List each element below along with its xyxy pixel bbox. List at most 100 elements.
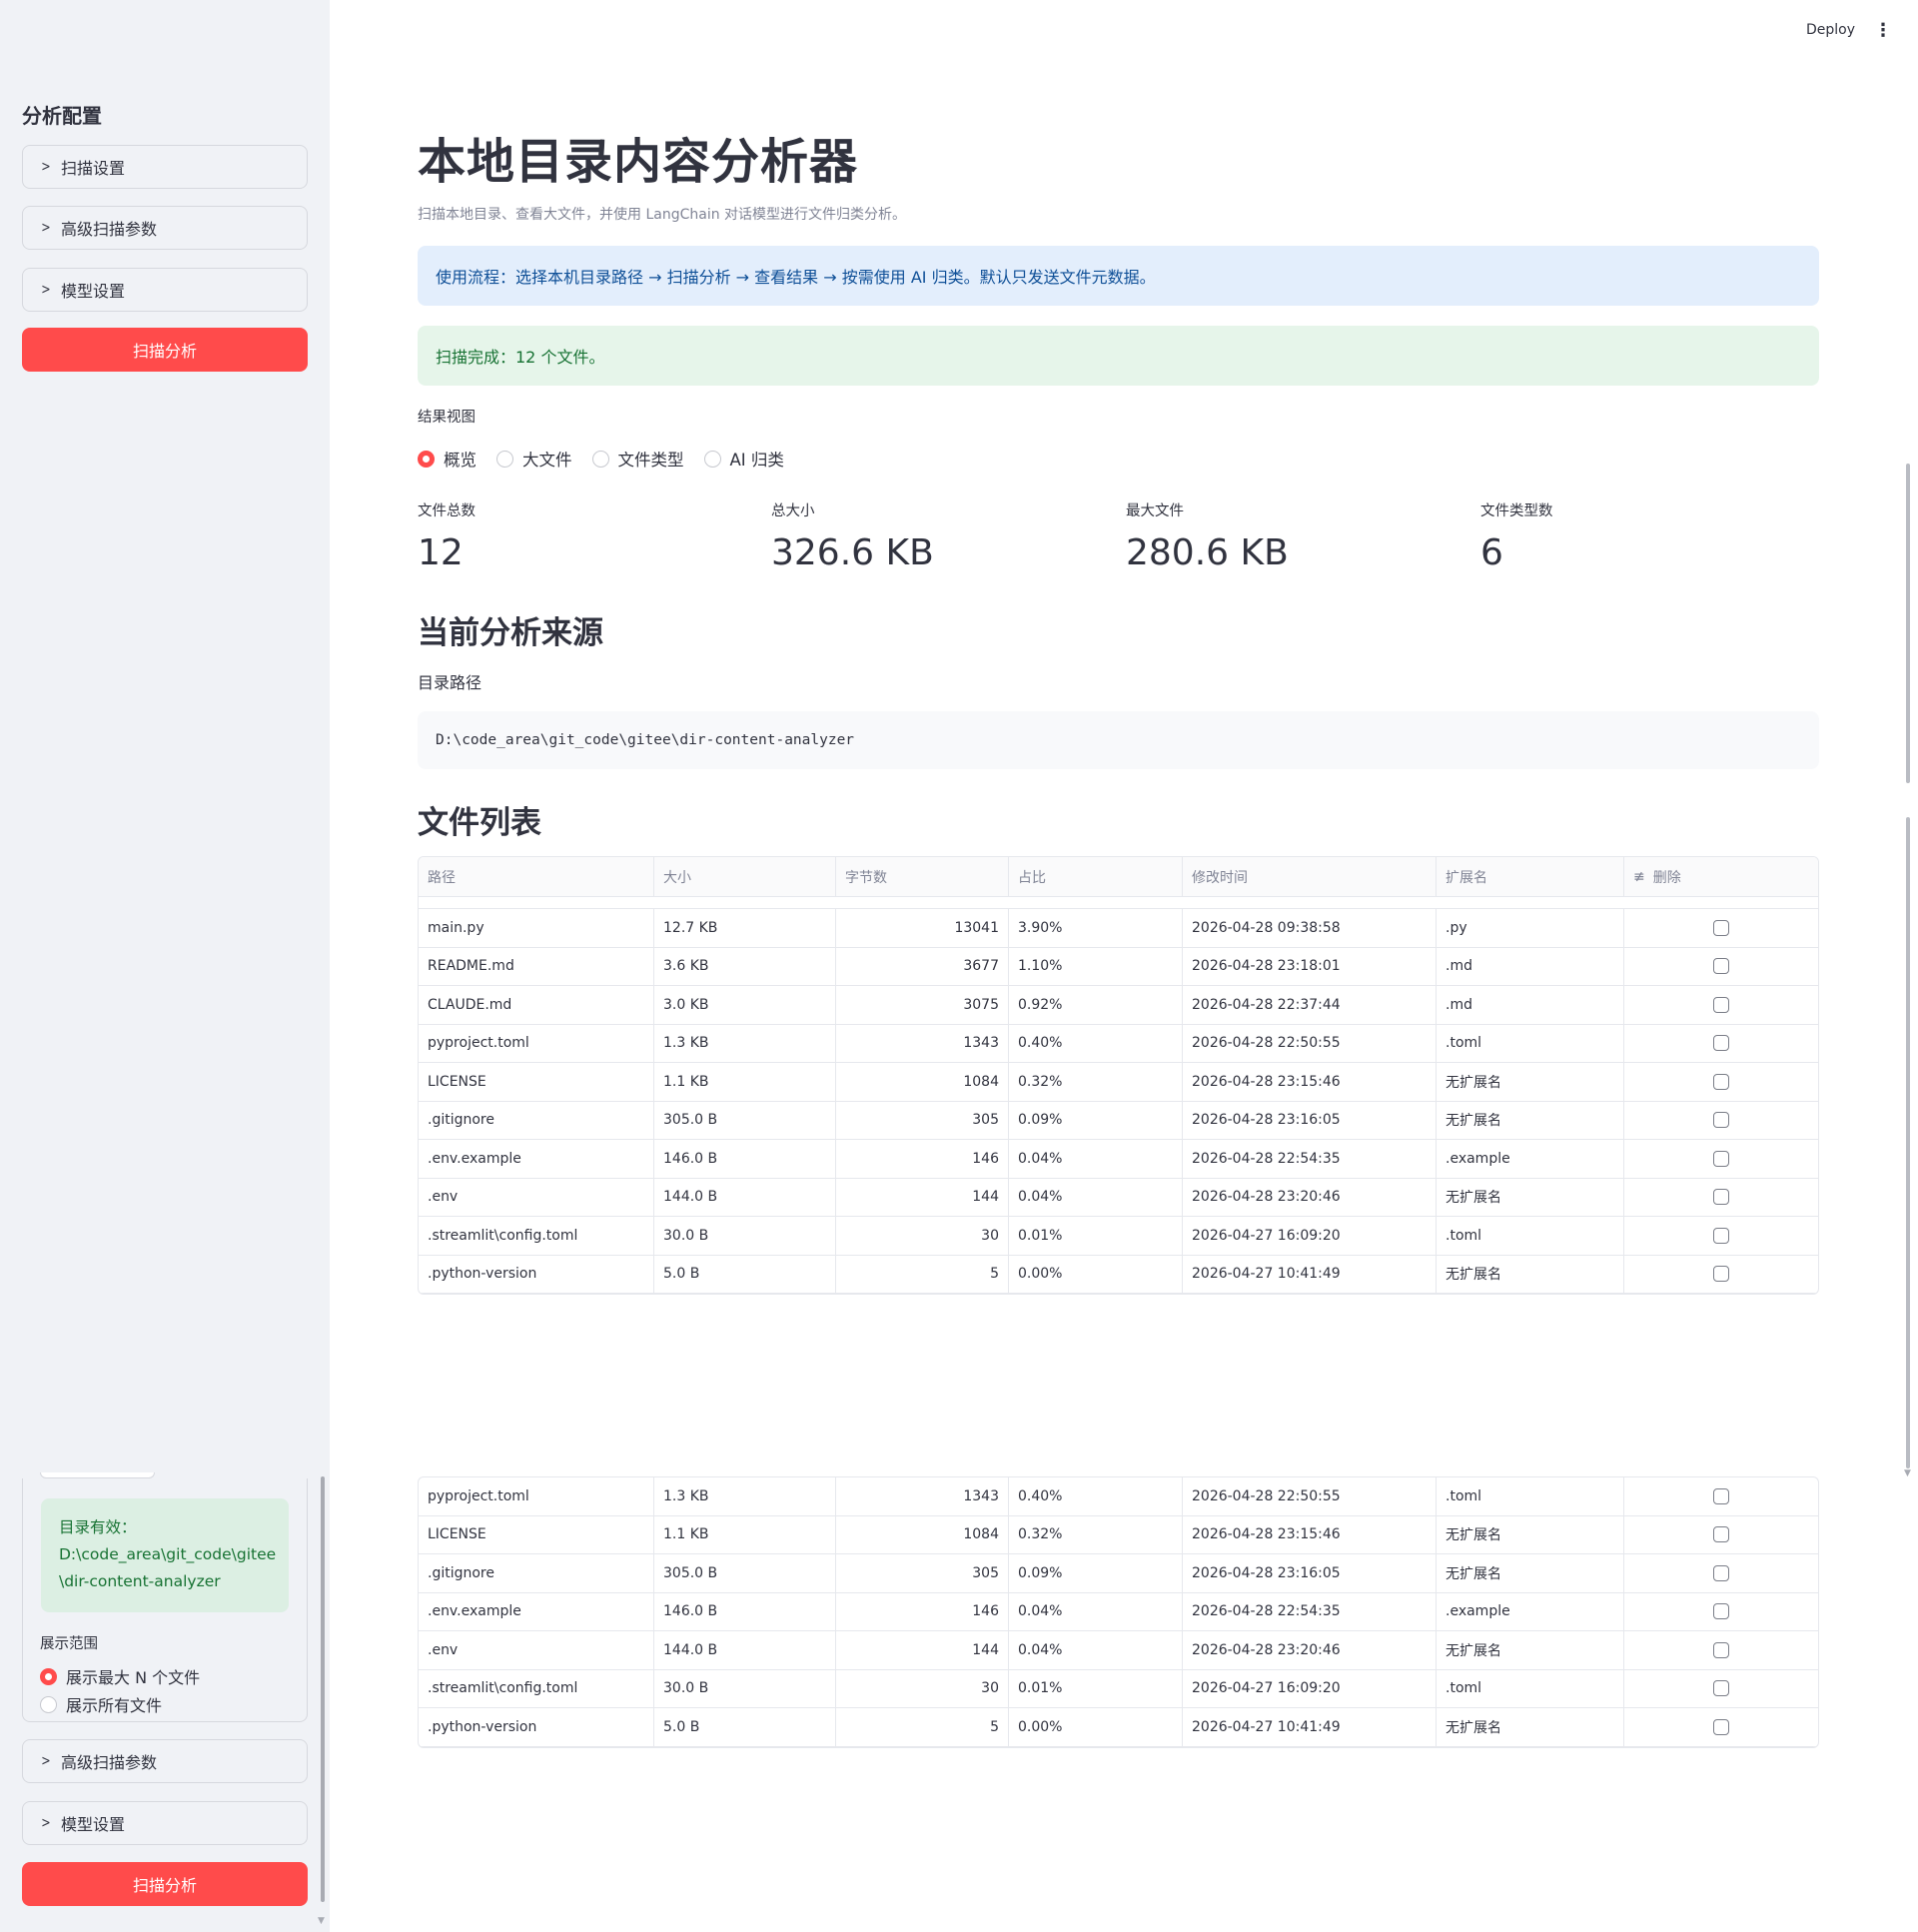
expander-scan-settings[interactable]: > 扫描设置 <box>22 145 308 189</box>
cell-path[interactable]: CLAUDE.md <box>419 986 654 1024</box>
col-header-bytes[interactable]: 字节数 <box>836 857 1009 896</box>
delete-checkbox[interactable] <box>1713 1603 1729 1620</box>
cell-ext[interactable]: 无扩展名 <box>1437 1178 1624 1216</box>
radio-file-types[interactable]: 文件类型 <box>591 447 684 471</box>
cell-mtime[interactable]: 2026-04-28 09:38:58 <box>1183 909 1437 947</box>
cell-ext[interactable]: .example <box>1437 1592 1624 1630</box>
cell-ratio[interactable]: 0.40% <box>1009 1024 1183 1062</box>
cell-bytes[interactable]: 1084 <box>836 1515 1009 1553</box>
cell-mtime[interactable]: 2026-04-28 23:20:46 <box>1183 1178 1437 1216</box>
file-table[interactable]: 路径 大小 字节数 占比 修改时间 扩展名 ≢ 删除 main.py 12.7 K… <box>418 856 1819 1295</box>
radio-show-top-n[interactable]: 展示最大 N 个文件 <box>40 1664 200 1688</box>
cell-size[interactable]: 5.0 B <box>654 1708 836 1746</box>
radio-overview[interactable]: 概览 <box>418 447 477 471</box>
cell-ext[interactable]: 无扩展名 <box>1437 1708 1624 1746</box>
cell-mtime[interactable]: 2026-04-28 22:50:55 <box>1183 1024 1437 1062</box>
cell-size[interactable]: 30.0 B <box>654 1669 836 1707</box>
cell-mtime[interactable]: 2026-04-28 23:16:05 <box>1183 1554 1437 1592</box>
cell-ratio[interactable]: 0.04% <box>1009 1140 1183 1178</box>
col-header-ext[interactable]: 扩展名 <box>1437 857 1624 896</box>
table-row[interactable]: pyproject.toml 1.3 KB 1343 0.40% 2026-04-28 … <box>419 1024 1818 1063</box>
cell-bytes[interactable]: 146 <box>836 1592 1009 1630</box>
cell-size[interactable]: 1.3 KB <box>654 1024 836 1062</box>
cell-ext[interactable]: .toml <box>1437 1024 1624 1062</box>
main-scrollbar[interactable] <box>1906 817 1910 1468</box>
cell-path[interactable]: .env <box>419 1631 654 1669</box>
table-row[interactable]: LICENSE 1.1 KB 1084 0.32% 2026-04-28 23:15:4… <box>419 1515 1818 1554</box>
cell-bytes[interactable]: 144 <box>836 1178 1009 1216</box>
cell-bytes[interactable]: 1343 <box>836 1024 1009 1062</box>
cell-ext[interactable]: .toml <box>1437 1669 1624 1707</box>
table-row[interactable]: .streamlit\config.toml 30.0 B 30 0.01% 2026-… <box>419 1217 1818 1256</box>
cell-ext[interactable]: .toml <box>1437 1477 1624 1515</box>
table-row[interactable]: .python-version 5.0 B 5 0.00% 2026-04-27 10:… <box>419 1255 1818 1294</box>
cell-ratio[interactable]: 0.09% <box>1009 1554 1183 1592</box>
delete-checkbox[interactable] <box>1713 996 1729 1013</box>
delete-checkbox[interactable] <box>1713 1680 1729 1697</box>
cell-mtime[interactable]: 2026-04-28 22:54:35 <box>1183 1140 1437 1178</box>
table-row[interactable]: .streamlit\config.toml 30.0 B 30 0.01% 2026-… <box>419 1669 1818 1708</box>
scroll-down-arrow-icon[interactable]: ▼ <box>1904 1468 1911 1478</box>
cell-path[interactable]: .env.example <box>419 1140 654 1178</box>
cell-bytes[interactable]: 30 <box>836 1217 1009 1255</box>
cell-mtime[interactable]: 2026-04-28 23:20:46 <box>1183 1631 1437 1669</box>
delete-checkbox[interactable] <box>1713 1564 1729 1581</box>
delete-checkbox[interactable] <box>1713 919 1729 936</box>
cell-mtime[interactable]: 2026-04-28 23:16:05 <box>1183 1101 1437 1139</box>
cell-bytes[interactable]: 3677 <box>836 947 1009 985</box>
col-header-ratio[interactable]: 占比 <box>1009 857 1183 896</box>
cell-bytes[interactable]: 1343 <box>836 1477 1009 1515</box>
col-header-delete[interactable]: ≢ 删除 <box>1624 857 1818 896</box>
main-scrollbar[interactable] <box>1906 464 1910 783</box>
table-row[interactable]: LICENSE 1.1 KB 1084 0.32% 2026-04-28 23:15:4… <box>419 1063 1818 1102</box>
table-row[interactable]: main.py 12.7 KB 13041 3.90% 2026-04-28 09:38… <box>419 909 1818 948</box>
delete-checkbox[interactable] <box>1713 1073 1729 1090</box>
cell-ratio[interactable]: 0.01% <box>1009 1669 1183 1707</box>
cell-ratio[interactable]: 1.10% <box>1009 947 1183 985</box>
cell-mtime[interactable]: 2026-04-27 16:09:20 <box>1183 1669 1437 1707</box>
cell-mtime[interactable]: 2026-04-28 23:15:46 <box>1183 1515 1437 1553</box>
deploy-button[interactable]: Deploy <box>1806 22 1855 38</box>
delete-checkbox[interactable] <box>1713 1266 1729 1283</box>
cell-size[interactable]: 1.3 KB <box>654 1477 836 1515</box>
cell-ratio[interactable]: 0.32% <box>1009 1515 1183 1553</box>
cell-bytes[interactable]: 305 <box>836 1554 1009 1592</box>
cell-size[interactable]: 5.0 B <box>654 1255 836 1293</box>
expander-model-settings-bottom[interactable]: > 模型设置 <box>22 1801 308 1845</box>
cell-bytes[interactable]: 1084 <box>836 1063 1009 1101</box>
cell-bytes[interactable]: 144 <box>836 1631 1009 1669</box>
delete-checkbox[interactable] <box>1713 1112 1729 1129</box>
cell-bytes[interactable]: 146 <box>836 1140 1009 1178</box>
cell-size[interactable]: 146.0 B <box>654 1140 836 1178</box>
cell-mtime[interactable]: 2026-04-28 23:18:01 <box>1183 947 1437 985</box>
table-row[interactable]: .env.example 146.0 B 146 0.04% 2026-04-28 22… <box>419 1140 1818 1179</box>
cell-size[interactable]: 305.0 B <box>654 1554 836 1592</box>
table-row[interactable]: .gitignore 305.0 B 305 0.09% 2026-04-28 23:1… <box>419 1101 1818 1140</box>
radio-large-files[interactable]: 大文件 <box>496 447 572 471</box>
cell-ratio[interactable]: 3.90% <box>1009 909 1183 947</box>
delete-checkbox[interactable] <box>1713 958 1729 975</box>
col-header-size[interactable]: 大小 <box>654 857 836 896</box>
cell-ratio[interactable]: 0.92% <box>1009 986 1183 1024</box>
cell-path[interactable]: .env.example <box>419 1592 654 1630</box>
cell-ext[interactable]: 无扩展名 <box>1437 1101 1624 1139</box>
cell-mtime[interactable]: 2026-04-27 16:09:20 <box>1183 1217 1437 1255</box>
scan-analyze-button-bottom[interactable]: 扫描分析 <box>22 1862 308 1906</box>
col-header-mtime[interactable]: 修改时间 <box>1183 857 1437 896</box>
col-header-path[interactable]: 路径 <box>419 857 654 896</box>
table-row[interactable]: .env 144.0 B 144 0.04% 2026-04-28 23:20:46 无扩… <box>419 1178 1818 1217</box>
cell-path[interactable]: .python-version <box>419 1708 654 1746</box>
cell-ratio[interactable]: 0.09% <box>1009 1101 1183 1139</box>
cell-path[interactable]: main.py <box>419 909 654 947</box>
cell-ext[interactable]: .example <box>1437 1140 1624 1178</box>
cell-path[interactable]: README.md <box>419 947 654 985</box>
cell-path[interactable]: .python-version <box>419 1255 654 1293</box>
table-row[interactable]: pyproject.toml 1.3 KB 1343 0.40% 2026-04-28 … <box>419 1477 1818 1516</box>
cell-size[interactable]: 305.0 B <box>654 1101 836 1139</box>
radio-ai-classify[interactable]: AI 归类 <box>703 447 784 471</box>
cell-mtime[interactable]: 2026-04-27 10:41:49 <box>1183 1708 1437 1746</box>
cell-path[interactable]: .streamlit\config.toml <box>419 1217 654 1255</box>
cell-bytes[interactable]: 5 <box>836 1255 1009 1293</box>
scan-analyze-button[interactable]: 扫描分析 <box>22 328 308 372</box>
cell-size[interactable]: 3.0 KB <box>654 986 836 1024</box>
